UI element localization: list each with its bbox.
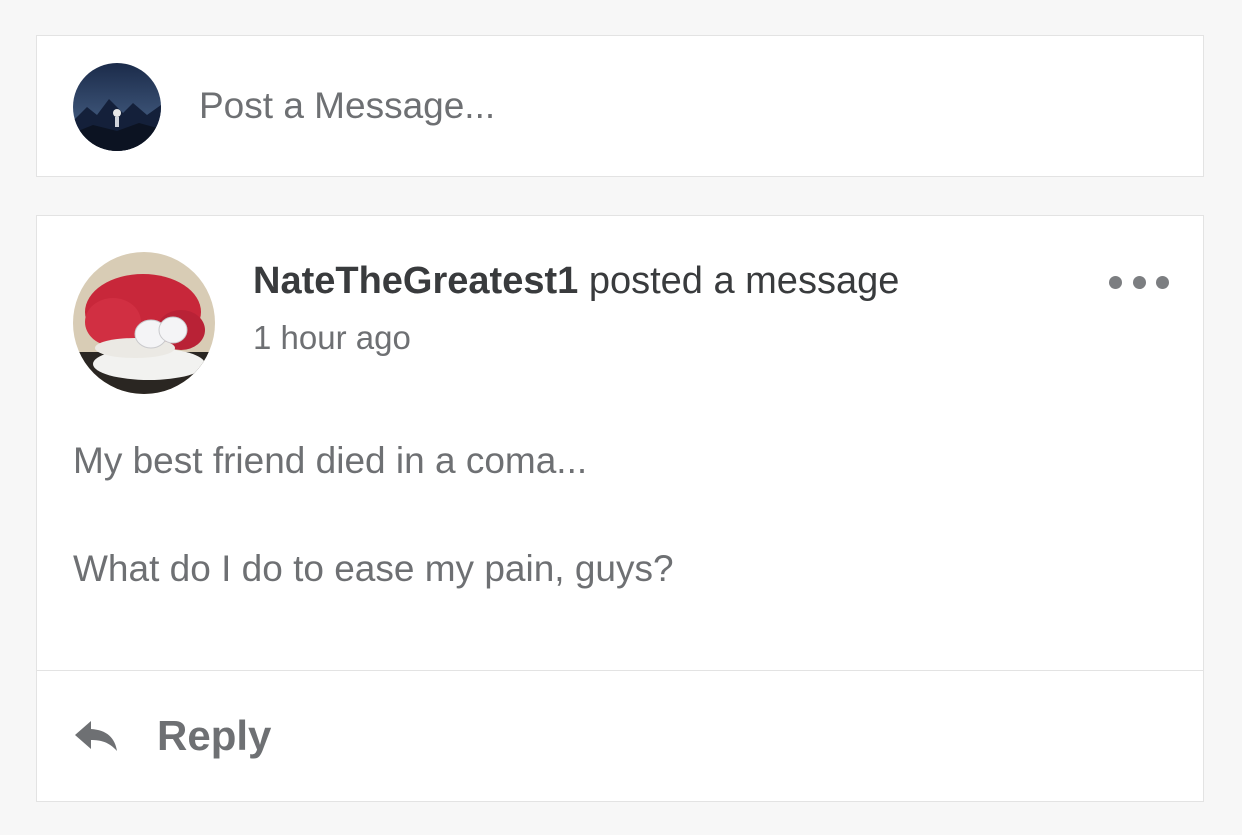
message-composer[interactable]: Post a Message... — [36, 35, 1204, 177]
reply-arrow-icon — [75, 721, 117, 751]
post-message-input[interactable]: Post a Message... — [199, 82, 495, 130]
post-header: NateTheGreatest1 posted a message — [253, 256, 899, 306]
post-body: My best friend died in a coma... What do… — [73, 436, 1163, 594]
more-horizontal-icon — [1132, 275, 1146, 289]
reply-button[interactable]: Reply — [73, 706, 271, 766]
author-name[interactable]: NateTheGreatest1 — [253, 260, 578, 302]
post-body-line: What do I do to ease my pain, guys? — [73, 548, 674, 589]
divider — [37, 670, 1203, 671]
author-avatar-image — [73, 252, 215, 394]
reply-label: Reply — [157, 712, 272, 759]
more-horizontal-icon — [1109, 275, 1122, 289]
author-avatar[interactable] — [73, 252, 215, 394]
user-avatar[interactable] — [73, 63, 161, 151]
more-options-button[interactable] — [1109, 272, 1169, 292]
post-action-text: posted a message — [588, 260, 900, 302]
post-timestamp: 1 hour ago — [253, 319, 411, 356]
more-horizontal-icon — [1156, 275, 1169, 289]
user-avatar-image — [73, 63, 161, 151]
message-post: NateTheGreatest1 posted a message 1 hour… — [36, 215, 1204, 802]
post-body-line: My best friend died in a coma... — [73, 440, 588, 481]
